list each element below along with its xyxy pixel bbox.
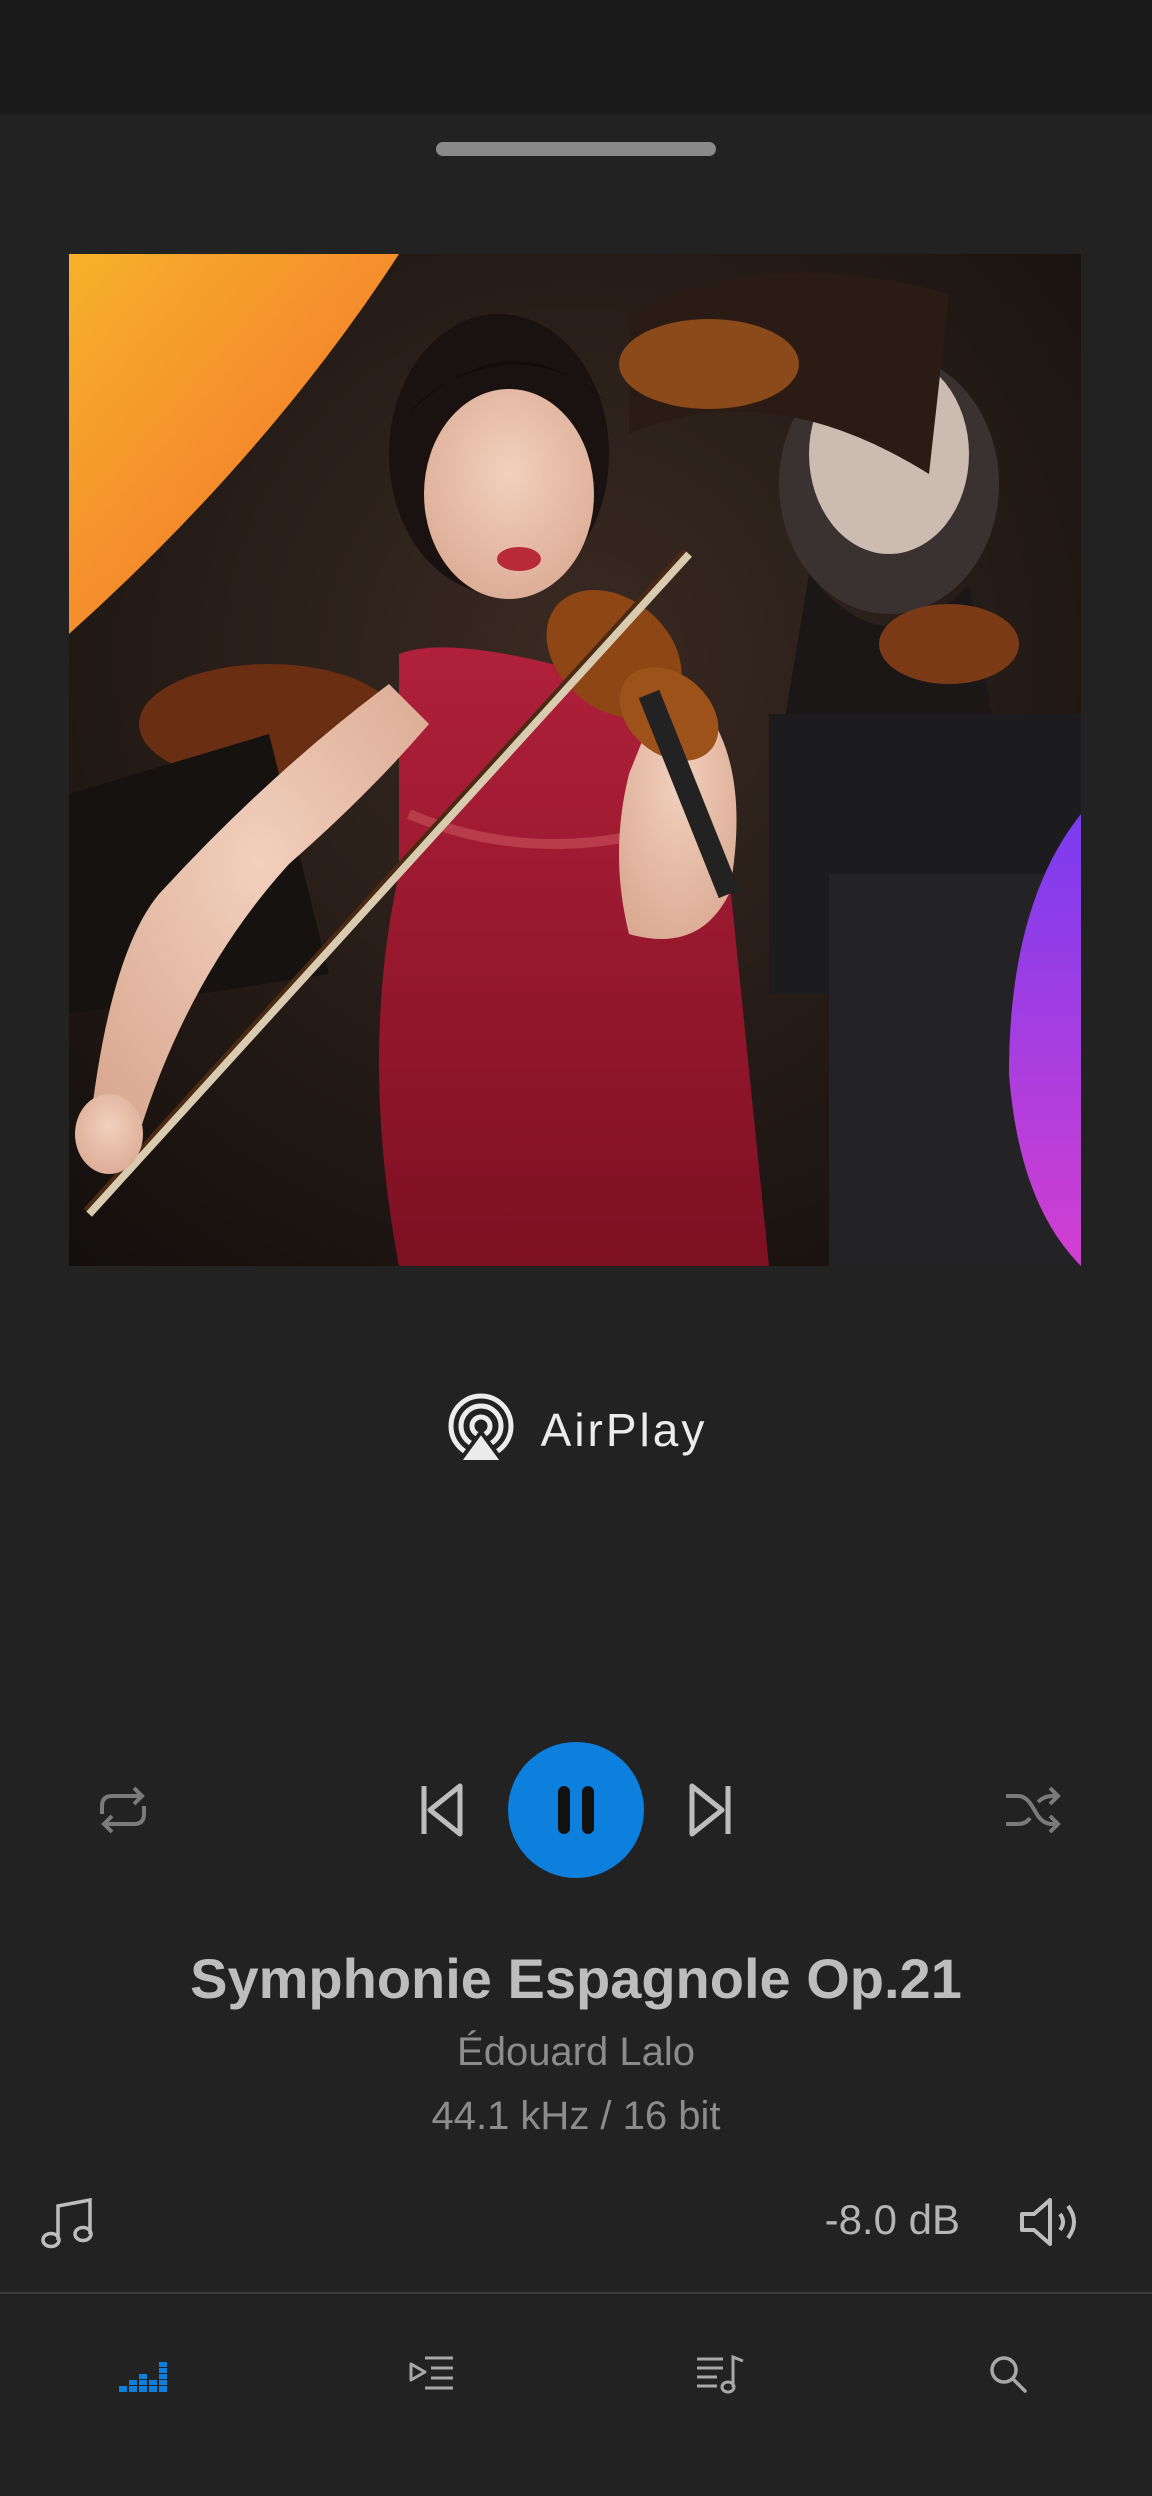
nav-search[interactable] <box>948 2334 1068 2414</box>
equalizer-icon <box>119 2362 167 2392</box>
next-track-button[interactable] <box>680 1776 740 1844</box>
skip-previous-icon <box>421 1783 463 1837</box>
repeat-button[interactable] <box>88 1780 158 1840</box>
shuffle-icon <box>1006 1786 1061 1834</box>
play-queue-icon <box>409 2356 453 2390</box>
airplay-button[interactable]: AirPlay <box>0 1390 1152 1470</box>
nav-queue[interactable] <box>372 2334 492 2414</box>
music-note-button[interactable] <box>40 2194 98 2252</box>
music-library-icon <box>697 2354 744 2394</box>
nav-library[interactable] <box>660 2334 780 2414</box>
nav-now-playing[interactable] <box>84 2334 204 2414</box>
repeat-icon <box>100 1786 146 1834</box>
album-artwork <box>69 254 1081 1266</box>
pause-button[interactable] <box>508 1742 644 1878</box>
airplay-icon <box>445 1392 517 1469</box>
pause-icon <box>558 1786 594 1834</box>
bottom-navigation <box>0 2294 1152 2496</box>
track-title: Symphonie Espagnole Op.21 <box>190 1947 962 2010</box>
skip-next-icon <box>689 1783 731 1837</box>
volume-button[interactable] <box>1016 2192 1086 2252</box>
track-artist[interactable]: Édouard Lalo <box>0 2030 1152 2075</box>
audio-format: 44.1 kHz / 16 bit <box>431 2094 721 2138</box>
transport-controls <box>0 1740 1152 1880</box>
sheet-drag-handle[interactable] <box>436 142 716 156</box>
search-icon <box>990 2356 1027 2393</box>
status-bar <box>0 0 1152 114</box>
shuffle-button[interactable] <box>996 1780 1066 1840</box>
speaker-icon <box>1020 2198 1076 2246</box>
music-note-icon <box>41 2197 93 2249</box>
airplay-label: AirPlay <box>540 1404 708 1456</box>
volume-level[interactable]: -8.0 dB <box>800 2196 960 2244</box>
previous-track-button[interactable] <box>412 1776 472 1844</box>
